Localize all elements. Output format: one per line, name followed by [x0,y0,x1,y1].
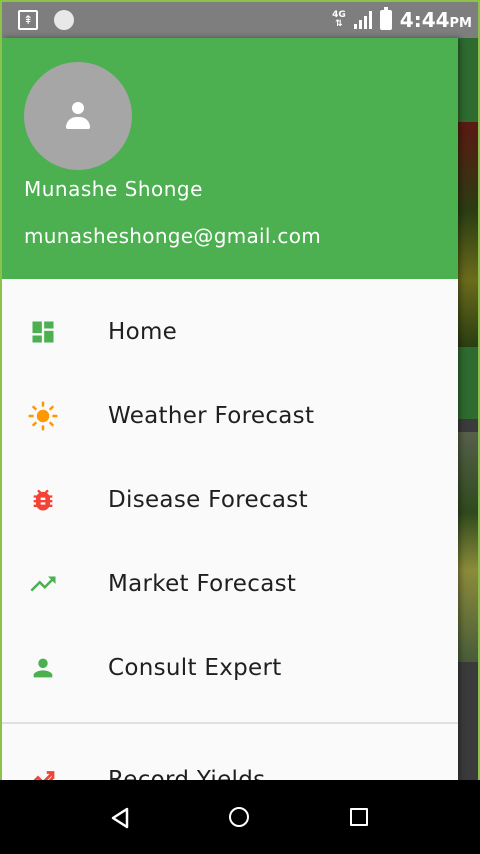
menu-item-home[interactable]: Home [2,290,458,374]
back-icon[interactable] [110,807,130,833]
menu-item-record-yields[interactable]: Record Yields [2,738,458,782]
menu-item-market-forecast[interactable]: Market Forecast [2,542,458,626]
menu-item-label: Weather Forecast [108,403,315,429]
sun-icon [28,401,58,431]
drawer-menu: Home Weather Forecast Disease Forecast M… [2,290,458,710]
bug-icon [28,485,58,515]
user-email: munasheshonge@gmail.com [24,224,322,248]
notification-dot-icon [54,10,74,30]
status-bar: ⇞ 4G ⇅ 4:44PM [2,2,478,38]
navigation-drawer: Munashe Shonge munasheshonge@gmail.com H… [2,38,458,782]
background-image-1 [458,122,478,347]
clock: 4:44PM [400,8,472,32]
screen: ⇞ 4G ⇅ 4:44PM Munashe Shonge munasheshong… [0,0,480,854]
system-nav-bar [0,780,480,854]
menu-item-consult-expert[interactable]: Consult Expert [2,626,458,710]
recent-apps-icon[interactable] [350,808,368,826]
avatar-person-icon [72,102,84,114]
menu-item-weather-forecast[interactable]: Weather Forecast [2,374,458,458]
avatar[interactable] [24,62,132,170]
menu-item-label: Disease Forecast [108,487,308,513]
trending-up-icon [28,569,58,599]
menu-item-disease-forecast[interactable]: Disease Forecast [2,458,458,542]
avatar-person-body [66,117,90,129]
battery-icon [379,7,392,30]
menu-item-label: Market Forecast [108,571,297,597]
drawer-header: Munashe Shonge munasheshonge@gmail.com [2,38,458,279]
background-band [458,347,478,419]
network-label: 4G [332,10,346,20]
home-icon[interactable] [229,807,249,827]
usb-icon: ⇞ [18,10,38,30]
dashboard-icon [28,317,58,347]
signal-icon [353,11,372,29]
background-image-2 [458,432,478,662]
menu-item-label: Home [108,319,178,345]
menu-item-label: Consult Expert [108,655,282,681]
user-name: Munashe Shonge [24,177,203,201]
menu-divider [2,722,458,724]
network-type: 4G ⇅ [332,10,346,29]
clock-time: 4:44 [399,8,450,32]
person-icon [28,653,58,683]
clock-ampm: PM [449,16,472,31]
